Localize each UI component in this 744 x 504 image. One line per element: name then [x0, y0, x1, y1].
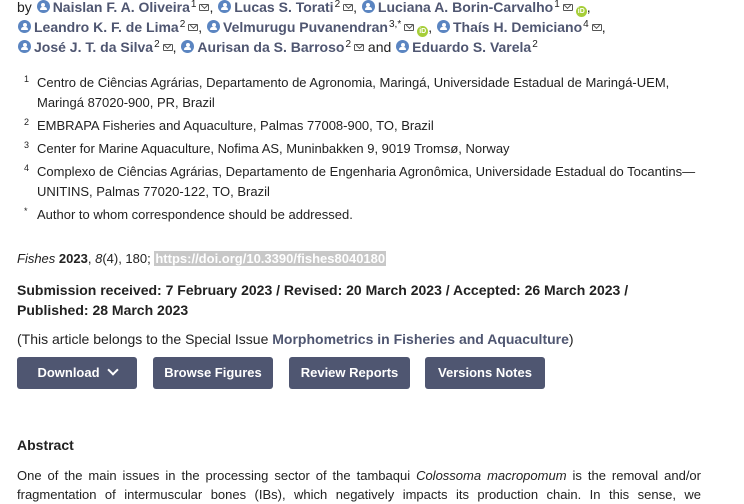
affiliation-item: 1 Centro de Ciências Agrárias, Departamen…: [24, 73, 714, 113]
author-demiciano[interactable]: Thaís H. Demiciano4: [436, 19, 602, 35]
download-button[interactable]: Download: [17, 357, 137, 389]
citation-issue-pages: (4), 180;: [102, 251, 151, 266]
email-icon[interactable]: [562, 4, 573, 11]
person-icon: [437, 20, 450, 33]
person-icon: [18, 20, 31, 33]
affiliation-item: 4 Complexo de Ciências Agrárias, Departam…: [24, 162, 714, 202]
affiliation-list: 1 Centro de Ciências Agrárias, Departamen…: [24, 73, 714, 228]
dates-line-2: Published: 28 March 2023: [17, 302, 189, 318]
citation-year: 2023: [58, 251, 88, 266]
special-issue-prefix: (This article belongs to the Special Iss…: [17, 331, 273, 347]
affiliation-text: Author to whom correspondence should be …: [37, 207, 353, 222]
person-icon: [207, 20, 221, 33]
special-issue-note: (This article belongs to the Special Iss…: [17, 330, 574, 348]
author-borin-carvalho[interactable]: Luciana A. Borin-Carvalho1iD: [361, 0, 587, 17]
email-icon[interactable]: [162, 44, 173, 51]
email-icon[interactable]: [199, 4, 210, 11]
email-icon[interactable]: [591, 24, 602, 31]
abstract-line-1: One of the main issues in the processing…: [17, 466, 701, 485]
affiliation-number: 4: [24, 163, 30, 173]
email-icon[interactable]: [404, 24, 415, 31]
author-affiliation-sup: 3,*: [388, 19, 402, 30]
abstract-text-segment: One of the main issues in the processing…: [17, 468, 417, 483]
abstract-body: One of the main issues in the processing…: [17, 466, 701, 504]
person-icon: [218, 0, 232, 13]
author-affiliation-sup: 1: [190, 0, 197, 10]
review-reports-button[interactable]: Review Reports: [289, 357, 410, 389]
person-icon: [36, 0, 50, 13]
affiliation-text: EMBRAPA Fisheries and Aquaculture, Palma…: [37, 118, 434, 133]
author-da-silva[interactable]: José J. T. da Silva2: [17, 39, 173, 55]
affiliation-text: Centro de Ciências Agrárias, Departament…: [37, 75, 670, 110]
email-icon[interactable]: [343, 4, 354, 11]
affiliation-item: 3 Center for Marine Aquaculture, Nofima A…: [24, 139, 714, 159]
author-de-lima[interactable]: Leandro K. F. de Lima2: [17, 19, 199, 35]
author-affiliation-sup: 2: [334, 0, 341, 10]
author-name[interactable]: José J. T. da Silva: [34, 39, 153, 55]
author-name[interactable]: Velmurugu Puvanendran: [223, 19, 388, 35]
species-name: Colossoma macropomum: [416, 468, 567, 483]
person-icon: [396, 40, 410, 53]
author-affiliation-sup: 2: [345, 39, 352, 50]
journal-name: Fishes: [17, 251, 56, 266]
author-oliveira[interactable]: Naislan F. A. Oliveira1: [36, 0, 210, 15]
author-name[interactable]: Leandro K. F. de Lima: [34, 19, 179, 35]
special-issue-link[interactable]: Morphometrics in Fisheries and Aquacultu…: [272, 331, 569, 347]
abstract-text-segment: is the removal and/or: [566, 468, 702, 483]
author-name[interactable]: Luciana A. Borin-Carvalho: [378, 0, 553, 15]
author-affiliation-sup: 2: [179, 19, 186, 30]
abstract-heading: Abstract: [17, 437, 74, 453]
author-varela[interactable]: Eduardo S. Varela2: [395, 39, 538, 55]
author-affiliation-sup: 4: [583, 19, 589, 30]
affiliation-item: 2 EMBRAPA Fisheries and Aquaculture, Palm…: [24, 116, 714, 136]
author-name[interactable]: Eduardo S. Varela: [412, 39, 531, 55]
person-icon: [181, 40, 195, 53]
publication-dates: Submission received: 7 February 2023 / R…: [17, 280, 717, 320]
author-list: by Naislan F. A. Oliveira1, Lucas S. Tor…: [17, 0, 606, 55]
author-name[interactable]: Thaís H. Demiciano: [453, 19, 582, 35]
author-name[interactable]: Aurisan da S. Barroso: [197, 39, 344, 55]
person-icon: [18, 40, 31, 53]
author-torati[interactable]: Lucas S. Torati2: [217, 0, 354, 15]
and-label: and: [367, 39, 392, 55]
author-puvanendran[interactable]: Velmurugu Puvanendran3,*iD: [206, 19, 429, 37]
chevron-down-icon: [106, 364, 119, 376]
email-icon[interactable]: [354, 44, 365, 51]
special-issue-suffix: ): [568, 331, 574, 347]
author-barroso[interactable]: Aurisan da S. Barroso2: [180, 39, 365, 55]
by-label: by: [17, 0, 32, 15]
affiliation-text: Center for Marine Aquaculture, Nofima AS…: [37, 141, 510, 156]
author-name[interactable]: Lucas S. Torati: [234, 0, 333, 15]
affiliation-number: 3: [24, 140, 30, 150]
affiliation-number: *: [24, 206, 28, 216]
author-name[interactable]: Naislan F. A. Oliveira: [53, 0, 190, 15]
affiliation-number: 2: [24, 117, 30, 127]
dates-line-1: Submission received: 7 February 2023 / R…: [17, 282, 629, 298]
citation-line: Fishes 2023, 8(4), 180; https://doi.org/…: [17, 251, 387, 266]
person-icon: [361, 0, 375, 13]
author-affiliation-sup: 2: [154, 39, 160, 50]
doi-link[interactable]: https://doi.org/10.3390/fishes8040180: [154, 251, 387, 266]
affiliation-text: Complexo de Ciências Agrárias, Departame…: [37, 164, 696, 199]
versions-notes-button[interactable]: Versions Notes: [425, 357, 545, 389]
affiliation-number: 1: [24, 74, 30, 84]
author-affiliation-sup: 1: [554, 0, 560, 10]
email-icon[interactable]: [188, 24, 199, 31]
browse-figures-button[interactable]: Browse Figures: [153, 357, 273, 389]
abstract-line-2: fragmentation of intermuscular bones (IB…: [17, 487, 701, 502]
download-label: Download: [37, 365, 100, 380]
affiliation-item: * Author to whom correspondence should be…: [24, 205, 714, 225]
author-affiliation-sup: 2: [532, 39, 538, 50]
